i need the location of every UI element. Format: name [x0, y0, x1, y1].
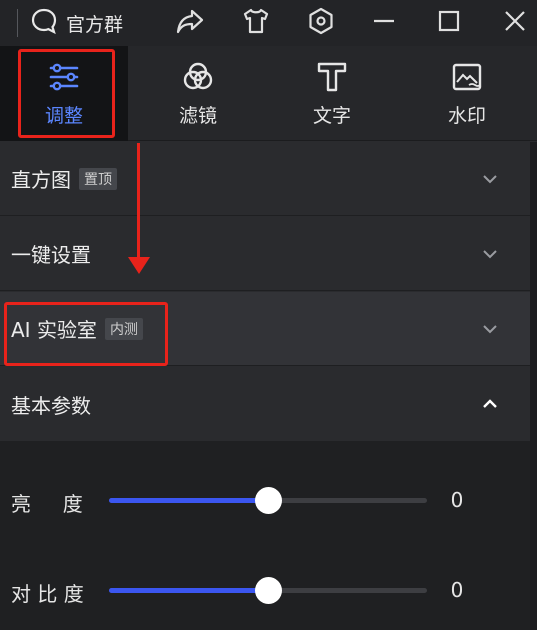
tshirt-icon [241, 7, 271, 39]
tab-text-label: 文字 [312, 105, 351, 127]
contrast-value: 0 [450, 578, 464, 602]
section-basic-title: 基本参数 [11, 393, 91, 418]
section-one-click-title: 一键设置 [11, 243, 91, 267]
tab-watermark[interactable]: 水印 [403, 46, 531, 141]
annotation-highlight-ai-lab [4, 302, 168, 366]
param-row-contrast: 对 比 度 0 [0, 570, 530, 610]
close-button[interactable] [497, 0, 533, 46]
scrollbar-track[interactable] [530, 142, 537, 630]
section-histogram[interactable]: 直方图 置顶 [0, 142, 530, 216]
maximize-button[interactable] [431, 0, 467, 46]
skin-button[interactable] [238, 0, 274, 46]
filter-circles-icon [180, 59, 216, 95]
section-one-click-settings[interactable]: 一键设置 [0, 217, 530, 291]
pin-badge: 置顶 [79, 167, 117, 190]
tab-text[interactable]: 文字 [268, 46, 396, 141]
annotation-arrow-line [137, 143, 140, 261]
official-group-label: 官方群 [66, 13, 124, 36]
settings-button[interactable] [303, 0, 339, 46]
close-icon [503, 9, 527, 37]
text-t-icon [314, 59, 350, 95]
tab-filter-label: 滤镜 [178, 105, 217, 127]
hexagon-settings-icon [307, 7, 335, 39]
maximize-icon [437, 9, 461, 37]
watermark-image-icon [449, 59, 485, 95]
brightness-slider-thumb[interactable] [255, 487, 282, 514]
share-arrow-icon [175, 7, 205, 39]
tab-watermark-label: 水印 [447, 105, 486, 127]
param-row-brightness: 亮 度 0 [0, 480, 530, 520]
section-basic-params[interactable]: 基本参数 [0, 367, 530, 441]
chevron-down-icon [483, 249, 497, 258]
share-button[interactable] [172, 0, 208, 46]
brightness-slider-fill [109, 498, 268, 503]
contrast-slider[interactable] [109, 577, 427, 604]
brightness-value: 0 [450, 488, 464, 512]
chevron-down-icon [483, 174, 497, 183]
contrast-slider-thumb[interactable] [255, 577, 282, 604]
chevron-up-icon [483, 399, 497, 408]
brightness-slider[interactable] [109, 487, 427, 514]
app-window: 官方群 调整 滤镜 文字 水印 直方图 置顶 一键设置 AI 实验室 内测 基本… [0, 0, 537, 630]
minimize-button[interactable] [366, 0, 402, 46]
section-histogram-title: 直方图 [11, 168, 71, 192]
contrast-label: 对 比 度 [11, 582, 84, 606]
official-group-button[interactable]: 官方群 [30, 0, 140, 46]
chevron-down-icon [483, 324, 497, 333]
title-separator [17, 9, 18, 37]
tab-filter[interactable]: 滤镜 [134, 46, 262, 141]
contrast-slider-fill [109, 588, 268, 593]
annotation-highlight-adjust [18, 49, 115, 138]
brightness-label: 亮 度 [11, 492, 83, 516]
minimize-icon [372, 9, 396, 37]
title-bar: 官方群 [0, 0, 537, 46]
annotation-arrow-head [128, 257, 150, 274]
chat-bubble-icon [30, 7, 58, 39]
